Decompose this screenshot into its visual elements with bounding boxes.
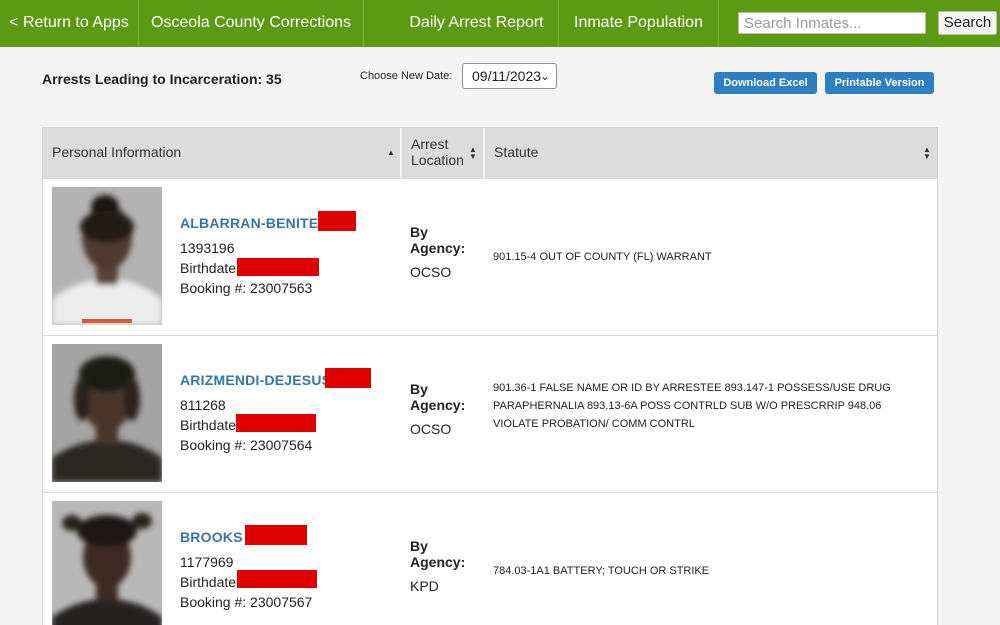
top-nav-bar: < Return to Apps Osceola County Correcti… bbox=[0, 0, 1000, 47]
agency-name: KPD bbox=[410, 578, 439, 594]
location-label: By Agency: bbox=[410, 538, 466, 570]
nav-divider bbox=[363, 0, 364, 47]
header-label: Statute bbox=[494, 144, 539, 160]
statute-text: 901.36-1 FALSE NAME OR ID BY ARRESTEE 89… bbox=[493, 382, 891, 430]
birthdate-label: Birthdate: bbox=[180, 260, 240, 276]
nav-divider bbox=[718, 0, 719, 47]
booking-number: Booking #: 23007567 bbox=[180, 594, 313, 610]
sort-icon: ▲ ▼ bbox=[469, 145, 477, 161]
daily-arrest-report-link[interactable]: Daily Arrest Report bbox=[395, 0, 558, 47]
booking-number: Booking #: 23007563 bbox=[180, 280, 313, 296]
location-label: By Agency: bbox=[410, 381, 466, 413]
mugshot-photo bbox=[52, 187, 162, 325]
inmate-id: 1177969 bbox=[180, 554, 234, 570]
inmate-name-link[interactable]: ALBARRAN-BENITEZ bbox=[180, 215, 327, 231]
header-arrest-location[interactable]: Arrest Location ▲ ▼ bbox=[402, 128, 483, 178]
redaction-bar bbox=[325, 368, 371, 388]
birthdate-label: Birthdate: bbox=[180, 574, 240, 590]
header-label: Personal Information bbox=[52, 144, 182, 160]
search-input[interactable] bbox=[738, 12, 926, 34]
inmate-name-link[interactable]: BROOKS , bbox=[180, 529, 251, 545]
header-label: Arrest Location bbox=[411, 136, 464, 168]
table-row: ALBARRAN-BENITEZ 1393196 Birthdate: Book… bbox=[43, 178, 937, 335]
agency-name: OCSO bbox=[410, 264, 452, 280]
redaction-bar bbox=[237, 258, 319, 276]
printable-version-button[interactable]: Printable Version bbox=[825, 72, 934, 94]
location-label: By Agency: bbox=[410, 224, 466, 256]
chevron-down-icon: ⌄ bbox=[539, 69, 550, 83]
date-label: Choose New Date: bbox=[360, 70, 453, 82]
table-row: ARIZMENDI-DEJESUS , 811268 Birthdate: Bo… bbox=[43, 335, 937, 492]
inmate-id: 1393196 bbox=[180, 240, 235, 256]
search-button[interactable]: Search bbox=[938, 11, 997, 35]
sort-icon: ▲ ▼ bbox=[923, 145, 931, 161]
download-excel-button[interactable]: Download Excel bbox=[714, 72, 817, 94]
inmate-id: 811268 bbox=[180, 397, 226, 413]
date-select[interactable]: 09/11/2023 ⌄ bbox=[462, 63, 557, 89]
birthdate-label: Birthdate: bbox=[180, 417, 240, 433]
site-title-link[interactable]: Osceola County Corrections bbox=[139, 0, 363, 47]
header-statute[interactable]: Statute ▲ ▼ bbox=[485, 128, 937, 178]
redaction-bar bbox=[318, 211, 356, 231]
selected-date: 09/11/2023 bbox=[472, 68, 542, 84]
redaction-bar bbox=[245, 525, 307, 545]
sort-asc-icon: ▲ bbox=[387, 148, 395, 157]
return-to-apps-link[interactable]: < Return to Apps bbox=[0, 0, 138, 47]
statute-text: 901.15-4 OUT OF COUNTY (FL) WARRANT bbox=[493, 251, 712, 263]
arrest-table: Personal Information ▲ Arrest Location ▲… bbox=[42, 127, 938, 625]
redaction-bar bbox=[236, 414, 316, 432]
mugshot-photo bbox=[52, 344, 162, 482]
table-row: BROOKS , 1177969 Birthdate: Booking #: 2… bbox=[43, 492, 937, 625]
statute-text: 784.03-1A1 BATTERY; TOUCH OR STRIKE bbox=[493, 565, 710, 577]
table-header: Personal Information ▲ Arrest Location ▲… bbox=[43, 128, 937, 178]
mugshot-photo bbox=[52, 501, 162, 625]
booking-number: Booking #: 23007564 bbox=[180, 437, 313, 453]
agency-name: OCSO bbox=[410, 421, 452, 437]
inmate-population-link[interactable]: Inmate Population bbox=[559, 0, 718, 47]
redaction-bar bbox=[237, 570, 317, 588]
header-personal-information[interactable]: Personal Information ▲ bbox=[43, 128, 400, 178]
arrest-count-heading: Arrests Leading to Incarceration: 35 bbox=[42, 71, 282, 87]
inmate-name-link[interactable]: ARIZMENDI-DEJESUS , bbox=[180, 372, 339, 388]
